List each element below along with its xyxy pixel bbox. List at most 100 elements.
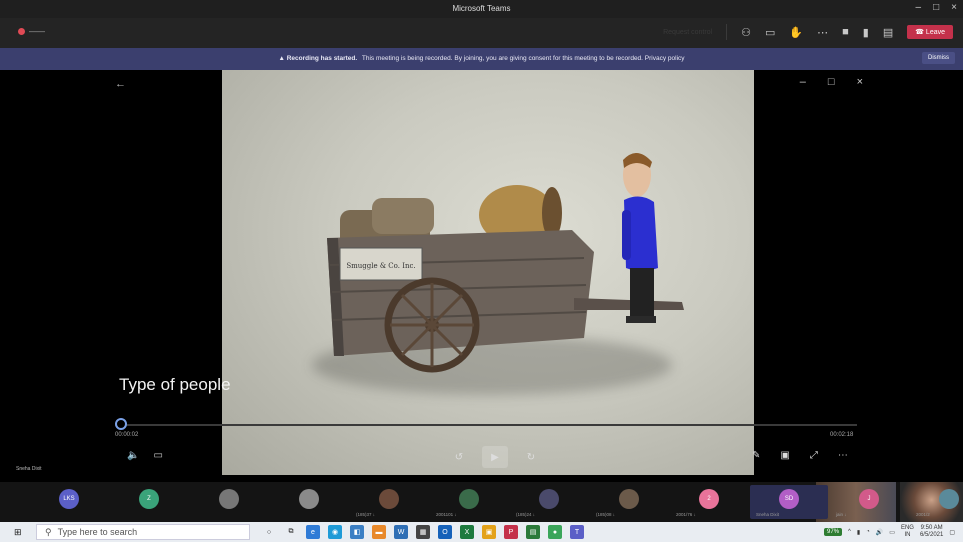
cart-handle bbox=[574, 298, 684, 310]
video-popout-icon[interactable]: □ bbox=[828, 76, 835, 88]
avatar bbox=[379, 489, 399, 509]
battery-percent[interactable]: 97% bbox=[824, 528, 843, 536]
meeting-name: —— bbox=[29, 27, 45, 36]
request-control-button[interactable]: Request control bbox=[663, 29, 712, 36]
pen-icon[interactable]: ✎ bbox=[752, 450, 760, 461]
cart-sign-text: Smuggle & Co. Inc. bbox=[346, 262, 415, 270]
recording-banner: ▲ Recording has started. This meeting is… bbox=[0, 48, 963, 70]
dismiss-button[interactable]: Dismiss bbox=[922, 52, 955, 64]
notification-icon[interactable]: ▢ bbox=[949, 529, 955, 536]
more-actions-icon[interactable]: ⋯ bbox=[817, 26, 828, 39]
participant-tile[interactable]: (185)08 ↓ bbox=[590, 485, 668, 519]
banner-bold: Recording has started. bbox=[286, 55, 358, 62]
participants-icon[interactable]: ⚇ bbox=[741, 26, 751, 39]
windows-taskbar: ⊞ ⚲ Type here to search ○ ⧉ e ◉ ◧ ▬ W ▦ … bbox=[0, 522, 963, 542]
participant-tile[interactable]: 2001/2 bbox=[910, 485, 963, 519]
taskbar-search[interactable]: ⚲ Type here to search bbox=[36, 524, 250, 540]
minimize-button[interactable]: – bbox=[916, 2, 922, 13]
title-bar: Microsoft Teams – □ × bbox=[0, 0, 963, 18]
sheets-icon[interactable]: ▤ bbox=[526, 525, 540, 539]
chat-icon[interactable]: ▭ bbox=[765, 26, 775, 39]
banner-text: This meeting is being recorded. By joini… bbox=[361, 55, 685, 62]
explorer-icon[interactable]: ▬ bbox=[372, 525, 386, 539]
participant-tile[interactable] bbox=[270, 485, 348, 519]
chrome-icon[interactable]: ◉ bbox=[328, 525, 342, 539]
participant-name: (185)37 ↓ bbox=[356, 512, 376, 517]
time-current: 00:00:02 bbox=[115, 432, 139, 438]
language-indicator[interactable]: ENG IN bbox=[901, 525, 914, 539]
video-window-controls: – □ × bbox=[800, 76, 863, 88]
leave-button[interactable]: ☎ Leave bbox=[907, 25, 953, 39]
avatar: SD bbox=[779, 489, 799, 509]
chevron-up-icon[interactable]: ^ bbox=[848, 529, 851, 535]
wifi-icon[interactable]: ◔ bbox=[866, 529, 870, 535]
calculator-icon[interactable]: ▦ bbox=[416, 525, 430, 539]
participant-tile[interactable]: 2 2001/76 ↓ bbox=[670, 485, 748, 519]
avatar: Z bbox=[139, 489, 159, 509]
maximize-button[interactable]: □ bbox=[933, 2, 939, 13]
microphone-icon[interactable]: ▮ bbox=[863, 26, 869, 39]
participant-tile[interactable]: SD Sneha Dixit bbox=[750, 485, 828, 519]
progress-knob[interactable] bbox=[115, 418, 127, 430]
photos-icon[interactable]: ▣ bbox=[482, 525, 496, 539]
battery-icon[interactable]: ▭ bbox=[889, 529, 895, 536]
more-options-icon[interactable]: ⋯ bbox=[838, 450, 848, 461]
video-close-icon[interactable]: × bbox=[857, 76, 863, 88]
avatar bbox=[619, 489, 639, 509]
play-button[interactable]: ▶ bbox=[482, 446, 508, 468]
participant-tile[interactable]: LKS bbox=[30, 485, 108, 519]
presenter-label: Sneha Dixit bbox=[16, 466, 42, 472]
store-icon[interactable]: ◧ bbox=[350, 525, 364, 539]
powerpoint-icon[interactable]: P bbox=[504, 525, 518, 539]
system-tray: 97% ^ ▮ ◔ 🔊 ▭ ENG IN 9:50 AM 6/5/2021 ▢ bbox=[824, 525, 955, 539]
barrel bbox=[372, 198, 434, 234]
close-window-button[interactable]: × bbox=[951, 2, 957, 13]
volume-icon[interactable]: 🔈 bbox=[127, 450, 139, 461]
system-clock[interactable]: 9:50 AM 6/5/2021 bbox=[920, 525, 943, 539]
participant-tile[interactable] bbox=[190, 485, 268, 519]
toolbar-divider bbox=[726, 24, 728, 40]
participant-name: 2001/2 bbox=[916, 512, 930, 517]
share-screen-icon[interactable]: ▤ bbox=[883, 26, 893, 39]
meeting-info: —— bbox=[18, 27, 45, 36]
camera-icon[interactable]: ■ bbox=[842, 26, 849, 38]
rewind-button[interactable]: ↺ bbox=[446, 446, 472, 468]
speaker-icon[interactable]: 🔊 bbox=[876, 529, 883, 536]
cortana-icon[interactable]: ○ bbox=[262, 525, 276, 539]
participant-tile[interactable]: 2001101 ↓ bbox=[430, 485, 508, 519]
avatar: 2 bbox=[699, 489, 719, 509]
participant-tile[interactable]: Jjain ↓ bbox=[830, 485, 908, 519]
avatar bbox=[299, 489, 319, 509]
avatar: LKS bbox=[59, 489, 79, 509]
task-view-icon[interactable]: ⧉ bbox=[284, 525, 298, 539]
network-icon[interactable]: ▮ bbox=[857, 529, 860, 536]
participant-tile[interactable]: (185)24 ↓ bbox=[510, 485, 588, 519]
teams-icon[interactable]: T bbox=[570, 525, 584, 539]
avatar: J bbox=[859, 489, 879, 509]
search-placeholder: Type here to search bbox=[57, 527, 138, 537]
outlook-icon[interactable]: O bbox=[438, 525, 452, 539]
word-icon[interactable]: W bbox=[394, 525, 408, 539]
progress-track[interactable] bbox=[115, 424, 857, 426]
participant-tile[interactable]: (185)37 ↓ bbox=[350, 485, 428, 519]
windows-start-icon[interactable]: ⊞ bbox=[14, 527, 22, 538]
picture-in-picture-icon[interactable]: ▣ bbox=[780, 450, 789, 461]
video-minimize-icon[interactable]: – bbox=[800, 76, 806, 88]
time-total: 00:02:18 bbox=[830, 432, 854, 438]
participant-tile[interactable]: Z bbox=[110, 485, 188, 519]
shared-video[interactable]: Smuggle & Co. Inc. bbox=[222, 70, 754, 475]
fullscreen-icon[interactable]: ⤢ bbox=[810, 450, 818, 461]
edge-icon[interactable]: e bbox=[306, 525, 320, 539]
raise-hand-icon[interactable]: ✋ bbox=[789, 26, 803, 39]
meeting-actions: Request control ⚇ ▭ ✋ ⋯ ■ ▮ ▤ ☎ Leave bbox=[663, 24, 953, 40]
camera-app-icon[interactable]: ● bbox=[548, 525, 562, 539]
wheel-spokes bbox=[390, 283, 474, 367]
participant-name: 2001101 ↓ bbox=[436, 512, 457, 517]
character-shoes bbox=[626, 316, 656, 323]
window-title: Microsoft Teams bbox=[452, 4, 511, 13]
forward-button[interactable]: ↻ bbox=[518, 446, 544, 468]
back-arrow-icon[interactable]: ← bbox=[115, 78, 126, 90]
excel-icon[interactable]: X bbox=[460, 525, 474, 539]
participant-name: jain ↓ bbox=[836, 512, 847, 517]
captions-icon[interactable]: ▭ bbox=[153, 450, 162, 461]
